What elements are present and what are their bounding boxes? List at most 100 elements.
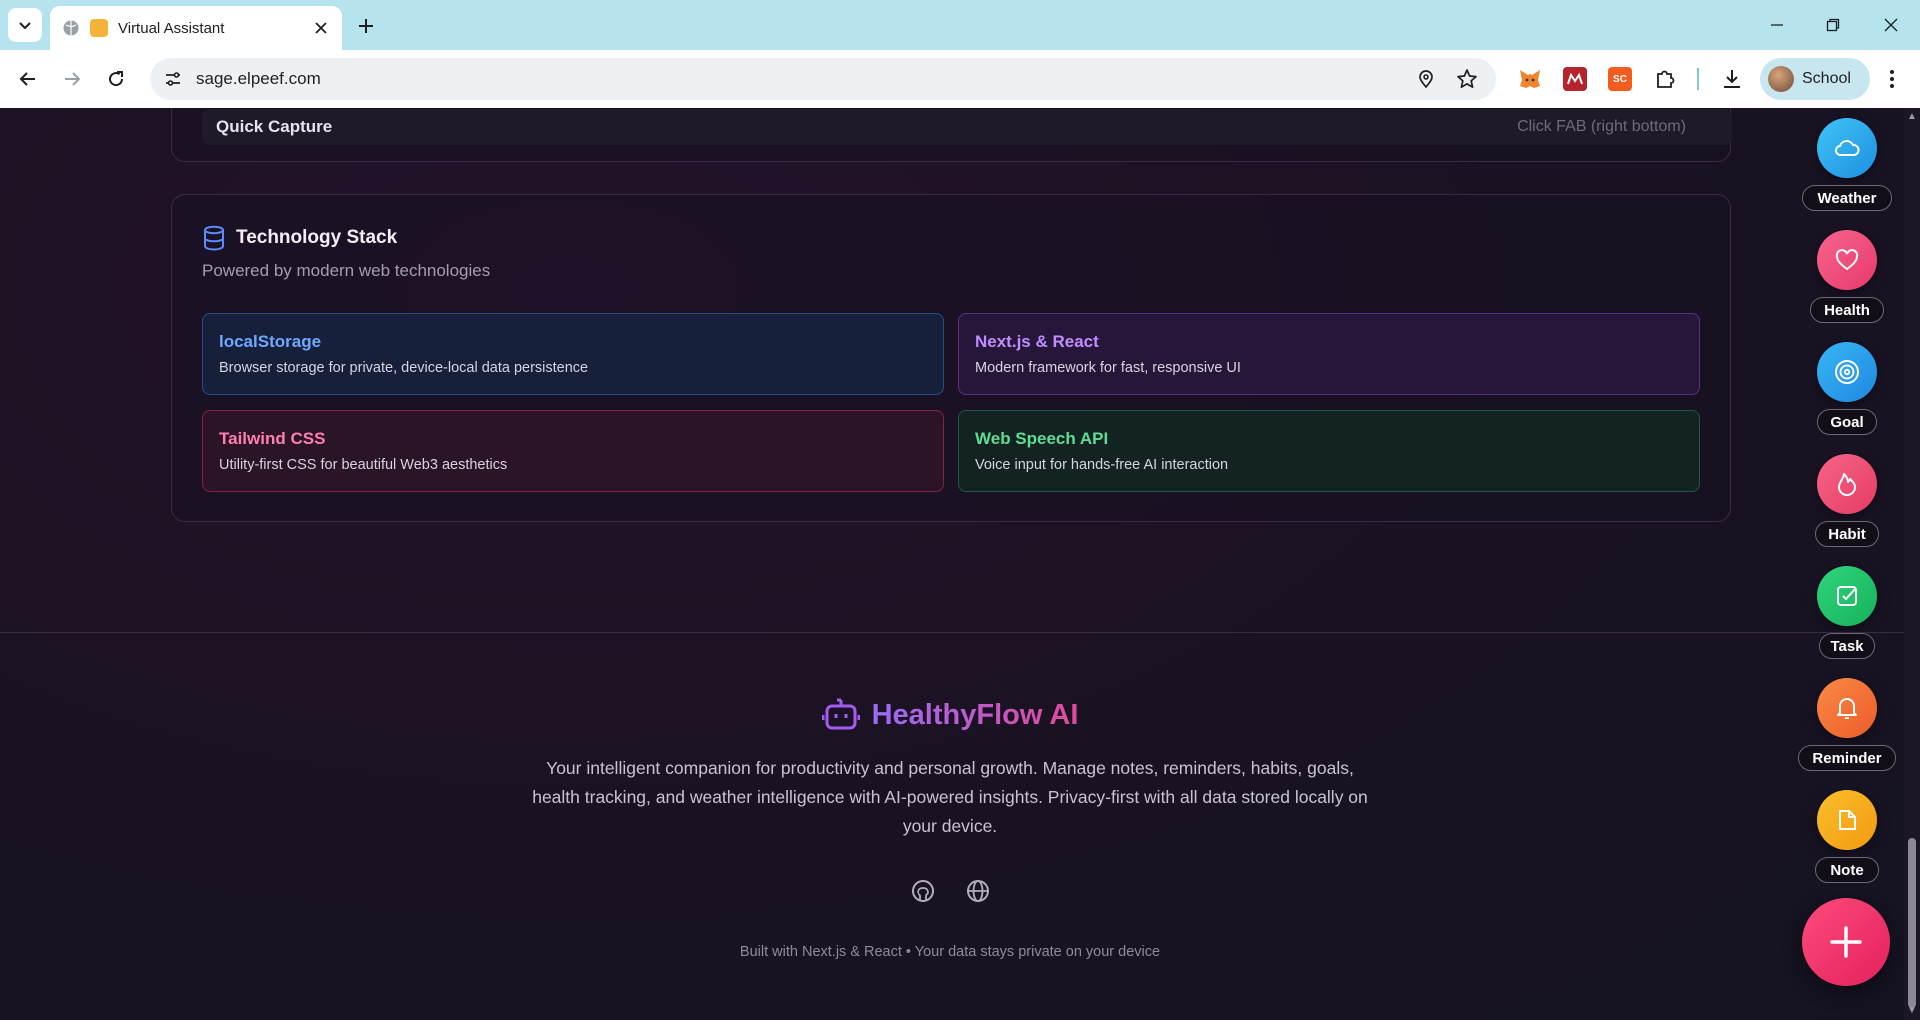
scrollbar-thumb[interactable]	[1908, 838, 1916, 1008]
target-icon	[1835, 360, 1859, 384]
red-square-icon[interactable]	[1563, 67, 1587, 91]
fab-weather-label[interactable]: Weather	[1802, 185, 1892, 211]
toolbar-divider	[1697, 68, 1699, 90]
sc-icon[interactable]: SC	[1608, 67, 1632, 91]
page-scrollbar[interactable]: ▲ ▼	[1904, 108, 1920, 1020]
tab-search-button[interactable]	[8, 8, 42, 42]
tech-item-name: localStorage	[219, 332, 322, 351]
tech-item-web-speech: Web Speech API Voice input for hands-fre…	[958, 410, 1700, 492]
close-tab-button[interactable]	[312, 19, 330, 37]
page-content: Quick Capture Click FAB (right bottom) T…	[0, 108, 1904, 1020]
technology-stack-header: Technology Stack	[202, 225, 397, 251]
fab-reminder-label[interactable]: Reminder	[1798, 745, 1896, 771]
avatar	[1768, 66, 1794, 92]
browser-menu-button[interactable]	[1876, 63, 1908, 95]
tech-item-localstorage: localStorage Browser storage for private…	[202, 313, 944, 395]
cloud-icon	[1834, 140, 1860, 156]
browser-tab-bar: Virtual Assistant	[0, 0, 1920, 50]
profile-name: School	[1802, 70, 1851, 87]
scroll-up-arrow[interactable]: ▲	[1907, 112, 1917, 122]
url-text: sage.elpeef.com	[196, 69, 321, 88]
fab-goal-button[interactable]	[1817, 342, 1877, 402]
restore-button[interactable]	[1818, 10, 1848, 40]
footer-built-with: Built with Next.js & React • Your data s…	[739, 944, 1161, 960]
download-icon[interactable]	[1720, 67, 1744, 91]
fab-goal-label[interactable]: Goal	[1817, 409, 1877, 435]
minimize-icon	[1771, 24, 1783, 26]
quick-capture-title: Quick Capture	[216, 117, 333, 136]
plus-icon	[1830, 926, 1862, 958]
fab-task-button[interactable]	[1817, 566, 1877, 626]
footer-brand-name: HealthyFlow AI	[871, 698, 1079, 731]
metamask-icon[interactable]	[1518, 67, 1542, 91]
profile-button[interactable]: School	[1760, 58, 1870, 100]
restore-icon	[1826, 18, 1840, 32]
tech-item-desc: Voice input for hands-free AI interactio…	[975, 457, 1229, 473]
globe-icon	[967, 880, 989, 902]
tech-item-desc: Modern framework for fast, responsive UI	[975, 360, 1241, 376]
technology-stack-card: Technology Stack Powered by modern web t…	[171, 194, 1731, 522]
fab-weather-button[interactable]	[1817, 118, 1877, 178]
tech-item-name: Tailwind CSS	[219, 429, 326, 448]
reload-icon	[109, 71, 124, 87]
fab-health-button[interactable]	[1817, 230, 1877, 290]
globe-icon	[63, 20, 79, 36]
arrow-left-icon	[19, 72, 35, 86]
quick-capture-card: Quick Capture Click FAB (right bottom)	[171, 108, 1732, 162]
plus-icon	[359, 19, 373, 33]
location-icon[interactable]	[1416, 69, 1436, 89]
new-tab-button[interactable]	[352, 12, 380, 40]
footer-divider	[0, 632, 1904, 633]
minimize-button[interactable]	[1762, 10, 1792, 40]
tech-item-name: Next.js & React	[975, 332, 1099, 351]
quick-capture-hint: Click FAB (right bottom)	[1517, 118, 1686, 135]
technology-stack-subtitle: Powered by modern web technologies	[202, 261, 491, 280]
scroll-down-arrow[interactable]: ▼	[1907, 1006, 1917, 1016]
robot-icon	[821, 698, 860, 730]
fab-reminder-button[interactable]	[1817, 678, 1877, 738]
browser-tab[interactable]: Virtual Assistant	[50, 6, 342, 50]
note-icon	[1839, 810, 1856, 830]
browser-toolbar: sage.elpeef.com SC School	[0, 50, 1920, 108]
heart-icon	[1835, 249, 1859, 271]
technology-stack-title: Technology Stack	[236, 227, 398, 248]
footer-brand: HealthyFlow AI	[0, 696, 1900, 734]
back-button[interactable]	[12, 63, 44, 95]
close-icon	[315, 22, 327, 34]
fab-note-button[interactable]	[1817, 790, 1877, 850]
database-icon	[204, 225, 224, 251]
kebab-menu-icon	[1890, 70, 1894, 88]
puzzle-icon[interactable]	[1653, 67, 1677, 91]
tech-item-tailwind: Tailwind CSS Utility-first CSS for beaut…	[202, 410, 944, 492]
tab-title: Virtual Assistant	[118, 19, 225, 37]
close-icon	[1884, 18, 1898, 32]
tech-item-nextjs-react: Next.js & React Modern framework for fas…	[958, 313, 1700, 395]
close-window-button[interactable]	[1876, 10, 1906, 40]
site-favicon	[90, 19, 108, 37]
github-icon	[912, 880, 934, 902]
address-bar[interactable]: sage.elpeef.com	[150, 58, 1496, 100]
tech-item-desc: Browser storage for private, device-loca…	[219, 360, 589, 376]
fab-habit-label[interactable]: Habit	[1815, 521, 1879, 547]
bell-icon	[1837, 698, 1857, 719]
flame-icon	[1838, 473, 1856, 496]
fab-note-label[interactable]: Note	[1815, 857, 1879, 883]
tech-item-name: Web Speech API	[975, 429, 1109, 448]
sc-label: SC	[1613, 73, 1627, 85]
github-link[interactable]	[910, 878, 936, 904]
footer-description: Your intelligent companion for productiv…	[532, 758, 1368, 836]
fab-task-label[interactable]: Task	[1819, 633, 1875, 659]
forward-button[interactable]	[56, 63, 88, 95]
fab-habit-button[interactable]	[1817, 454, 1877, 514]
arrow-right-icon	[65, 72, 81, 86]
main-fab-button[interactable]	[1802, 898, 1890, 986]
quick-capture-row	[202, 109, 1732, 145]
checkbox-icon	[1837, 586, 1857, 606]
site-info-icon[interactable]	[164, 70, 182, 88]
chevron-down-icon	[19, 22, 31, 30]
tech-item-desc: Utility-first CSS for beautiful Web3 aes…	[219, 457, 508, 473]
reload-button[interactable]	[100, 63, 132, 95]
bookmark-star-icon[interactable]	[1456, 68, 1478, 90]
website-link[interactable]	[965, 878, 991, 904]
fab-health-label[interactable]: Health	[1810, 297, 1884, 323]
